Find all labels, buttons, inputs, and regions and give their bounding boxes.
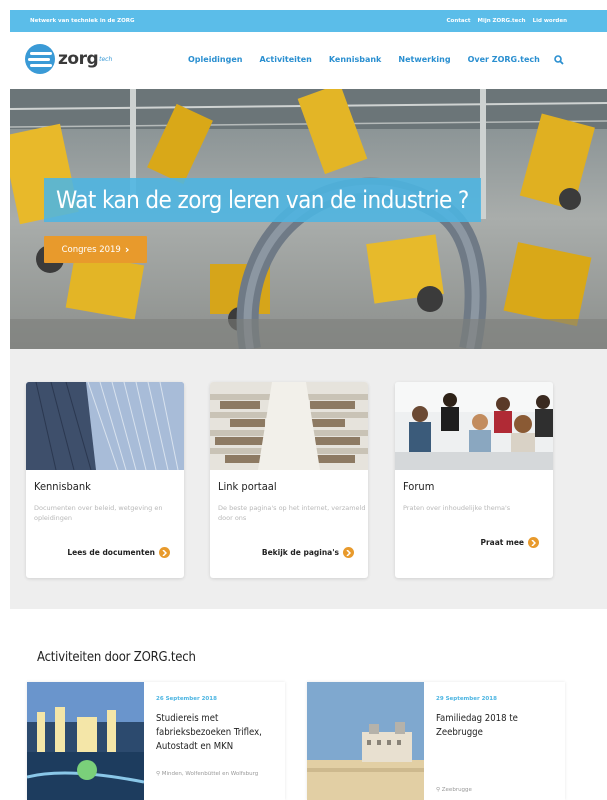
nav-netwerking[interactable]: Netwerking [398, 55, 450, 65]
card-title: Kennisbank [34, 480, 91, 493]
main-nav: Opleidingen Activiteiten Kennisbank Netw… [188, 55, 564, 65]
card-kennisbank[interactable]: Kennisbank Documenten over beleid, wetge… [26, 382, 184, 578]
activity-date: 29 September 2018 [436, 696, 497, 702]
activity-image-zeebrugge [307, 682, 424, 800]
card-image-building [26, 382, 184, 471]
activity-title[interactable]: Familiedag 2018 te Zeebrugge [436, 712, 561, 740]
activity-image-autostadt [27, 682, 144, 800]
activity-location: ⚲ Zeebrugge [436, 786, 556, 795]
logo-mark-icon [25, 44, 55, 74]
card-title: Link portaal [218, 480, 277, 493]
arrow-circle-icon [159, 547, 170, 558]
card-description: Documenten over beleid, wetgeving en opl… [34, 504, 163, 522]
logo-superscript: tech [99, 55, 113, 63]
card-title: Forum [403, 480, 435, 493]
hero-banner: Wat kan de zorg leren van de industrie ?… [10, 89, 607, 349]
congres-button-label: Congres 2019 [61, 244, 121, 255]
contact-link[interactable]: Contact [447, 18, 471, 24]
activities-heading: Activiteiten door ZORG.tech [37, 650, 196, 665]
top-links: Contact Mijn ZORG.tech Lid worden [447, 18, 568, 24]
card-link-label: Lees de documenten [67, 548, 155, 557]
activity-location: ⚲ Minden, Wolfenbüttel en Wolfsburg [156, 770, 276, 779]
site-logo[interactable]: zorg tech [25, 44, 112, 74]
logo-text: zorg [58, 49, 99, 69]
activity-card-familiedag[interactable]: 29 September 2018 Familiedag 2018 te Zee… [307, 682, 565, 800]
nav-activiteiten[interactable]: Activiteiten [259, 55, 311, 65]
main-header: zorg tech Opleidingen Activiteiten Kenni… [10, 32, 607, 89]
activity-title[interactable]: Studiereis met fabrieksbezoeken Triflex,… [156, 712, 281, 754]
chevron-right-icon: › [124, 243, 130, 256]
activity-location-text: Zeebrugge [441, 787, 472, 793]
card-description: Praten over inhoudelijke thema's [403, 504, 511, 512]
card-link-label: Bekijk de pagina's [261, 548, 339, 557]
card-link-portaal[interactable]: Link portaal De beste pagina's op het in… [210, 382, 368, 578]
read-documents-link[interactable]: Lees de documenten [67, 547, 170, 558]
nav-opleidingen[interactable]: Opleidingen [188, 55, 242, 65]
top-bar: Netwerk van techniek in de ZORG Contact … [10, 10, 607, 32]
feature-cards-section: Kennisbank Documenten over beleid, wetge… [10, 349, 607, 609]
tagline: Netwerk van techniek in de ZORG [30, 18, 135, 24]
join-discussion-link[interactable]: Praat mee [480, 537, 539, 548]
card-forum[interactable]: Forum Praten over inhoudelijke thema's P… [395, 382, 553, 578]
card-image-meeting [395, 382, 553, 470]
arrow-circle-icon [343, 547, 354, 558]
activity-location-text: Minden, Wolfenbüttel en Wolfsburg [161, 771, 259, 777]
congres-button[interactable]: Congres 2019 › [44, 236, 147, 263]
become-member-link[interactable]: Lid worden [533, 18, 567, 24]
activity-date: 26 September 2018 [156, 696, 217, 702]
search-icon[interactable] [554, 55, 564, 65]
card-image-library [210, 382, 368, 470]
card-link-label: Praat mee [480, 538, 524, 547]
arrow-circle-icon [528, 537, 539, 548]
hero-title: Wat kan de zorg leren van de industrie ? [44, 178, 481, 222]
activity-card-studiereis[interactable]: 26 September 2018 Studiereis met fabriek… [27, 682, 285, 800]
card-description: De beste pagina's op het internet, verza… [218, 504, 366, 522]
my-account-link[interactable]: Mijn ZORG.tech [477, 18, 525, 24]
nav-kennisbank[interactable]: Kennisbank [329, 55, 382, 65]
view-pages-link[interactable]: Bekijk de pagina's [262, 547, 354, 558]
nav-over[interactable]: Over ZORG.tech [468, 55, 540, 65]
